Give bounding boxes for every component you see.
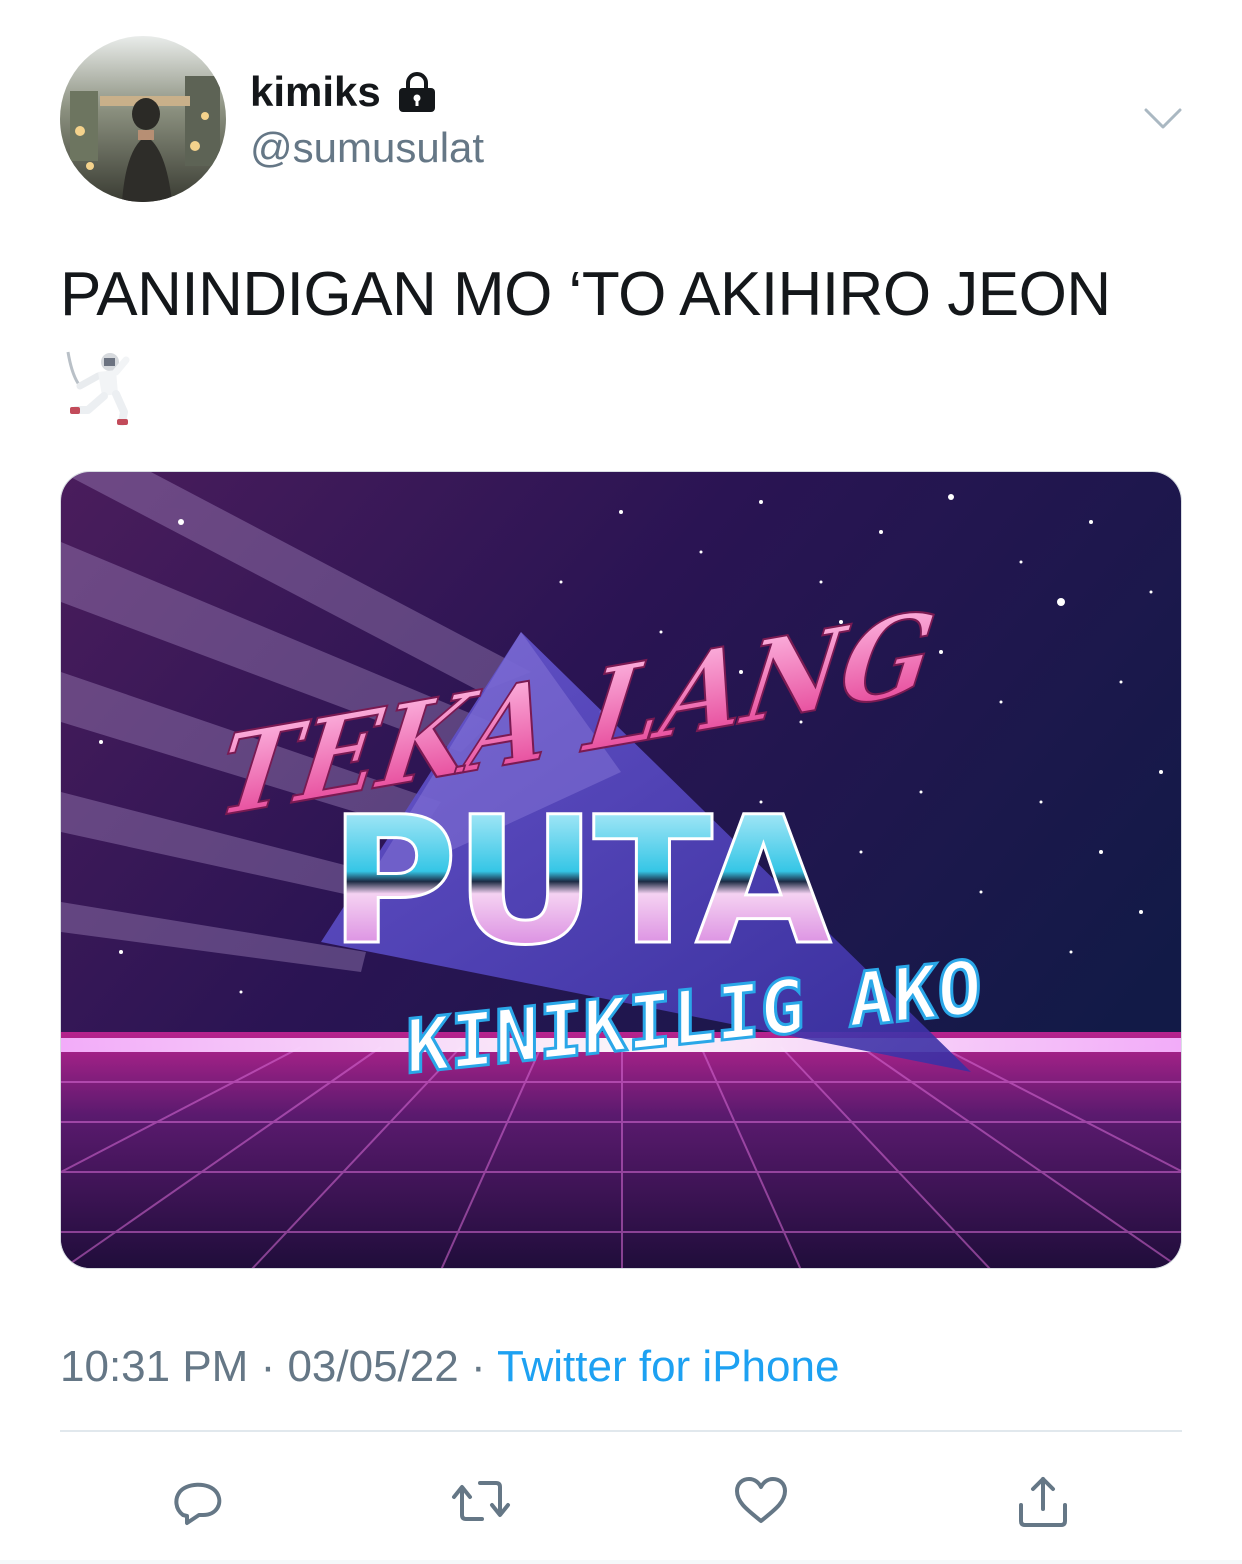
retweet-button[interactable] [448, 1470, 514, 1536]
tweet-text: PANINDIGAN MO ‘TO AKIHIRO JEON [60, 260, 1111, 329]
avatar-image [60, 36, 226, 202]
avatar[interactable] [60, 36, 226, 202]
display-name[interactable]: kimiks [250, 66, 439, 118]
tweet-source-link[interactable]: Twitter for iPhone [497, 1342, 839, 1391]
share-icon [1013, 1471, 1073, 1536]
divider [60, 1430, 1182, 1432]
bottom-divider [0, 1560, 1242, 1564]
user-handle[interactable]: @sumusulat [250, 122, 484, 174]
action-bar [0, 1460, 1242, 1540]
tweet-media[interactable]: TEKA LANG PUTA KINIKILIG AKO [60, 471, 1182, 1269]
tweet-date: 03/05/22 [287, 1342, 459, 1391]
lock-icon [395, 70, 439, 114]
retro-meme-image: TEKA LANG PUTA KINIKILIG AKO [61, 472, 1181, 1268]
fencer-emoji [62, 346, 138, 426]
reply-button[interactable] [166, 1470, 232, 1536]
meta-separator-2: · [458, 1342, 498, 1391]
heart-icon [731, 1471, 791, 1536]
like-button[interactable] [728, 1470, 794, 1536]
reply-icon [169, 1471, 229, 1536]
media-line2: PUTA [329, 779, 831, 984]
tweet-time: 10:31 PM [60, 1342, 249, 1391]
meta-separator-1: · [248, 1342, 288, 1391]
display-name-text: kimiks [250, 68, 381, 115]
share-button[interactable] [1010, 1470, 1076, 1536]
tweet-meta: 10:31 PM · 03/05/22 · Twitter for iPhone [60, 1340, 839, 1394]
retweet-icon [448, 1471, 514, 1536]
chevron-down-icon[interactable] [1140, 100, 1186, 136]
